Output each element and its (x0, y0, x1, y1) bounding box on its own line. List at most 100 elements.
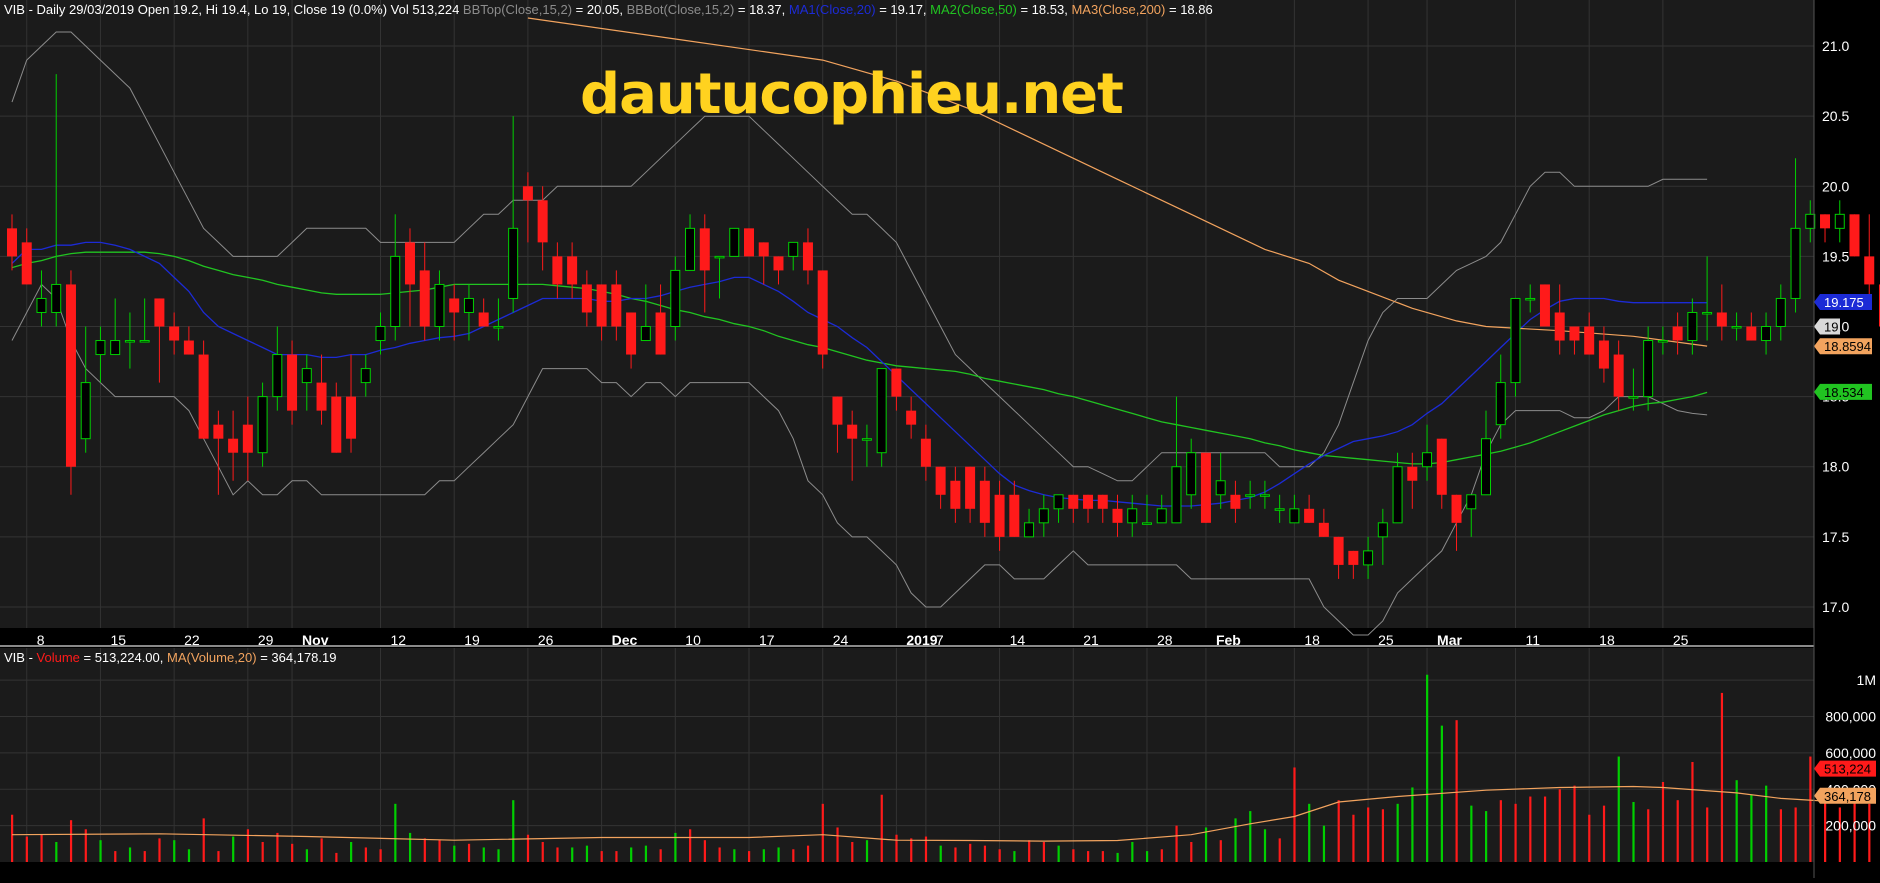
candle-body-up (1377, 522, 1388, 538)
volume-axis-label: 600,000 (1825, 745, 1876, 761)
volume-bar (1632, 802, 1635, 862)
candle-body-down (1539, 284, 1550, 327)
candle-body-up (434, 283, 445, 328)
volume-bar (1042, 842, 1045, 862)
candle-body-up (272, 354, 283, 398)
candle-body-down (1333, 536, 1344, 565)
header-ticker: VIB (4, 2, 25, 17)
volume-bar (379, 849, 382, 862)
ma2-label: MA2(Close,50) (930, 2, 1017, 17)
candle-body-up (1363, 550, 1374, 566)
volume-bar (1219, 840, 1222, 862)
ma1-label: MA1(Close,20) (788, 2, 876, 17)
volume-bar (187, 849, 191, 862)
price-tag: 18.8594 (1814, 338, 1872, 355)
volume-bar (1322, 825, 1326, 862)
candle-body-up (375, 326, 386, 342)
volume-bar (541, 842, 544, 862)
chart-canvas[interactable]: 17.017.518.018.519.019.520.020.521.0200,… (0, 0, 1880, 878)
candle-body-up (1141, 522, 1152, 525)
candle-body-down (1436, 438, 1447, 495)
candle-body-down (404, 242, 415, 285)
volume-bar (1190, 842, 1193, 862)
volume-bar (969, 843, 972, 862)
candle-body-up (1761, 326, 1772, 342)
volume-bar (1529, 796, 1532, 862)
volume-bar (11, 814, 14, 862)
volume-bar (600, 851, 603, 862)
candle-body-up (1805, 213, 1816, 229)
volume-bar (1337, 800, 1340, 862)
candle-body-down (1083, 494, 1094, 509)
volume-bar (1145, 851, 1149, 862)
volume-bar (1514, 803, 1517, 862)
candle-body-up (95, 340, 106, 356)
watermark-logo: dautucophieu.net (580, 62, 1124, 127)
candle-body-up (1687, 311, 1698, 342)
price-axis-label: 21.0 (1822, 38, 1849, 54)
stock-chart[interactable]: 17.017.518.018.519.019.520.020.521.0200,… (0, 0, 1880, 878)
candle-body-up (876, 368, 887, 454)
bbtop-label: BBTop(Close,15,2) (462, 2, 573, 17)
candle-body-down (847, 424, 858, 439)
candle-body-down (581, 284, 592, 313)
volume-bar (1278, 838, 1281, 862)
candle-body-up (360, 368, 371, 384)
candle-body-down (7, 228, 17, 257)
volume-bar (1367, 807, 1370, 862)
ma1-value: = 19.17, (875, 2, 931, 17)
candle-body-down (1230, 494, 1241, 509)
volume-bar (1101, 851, 1104, 862)
candle-body-down (1304, 508, 1315, 523)
candle-body-up (1259, 494, 1270, 497)
bbtop-value: = 20.05, (572, 2, 627, 17)
volume-bar (703, 840, 706, 862)
volume-bar (114, 851, 117, 862)
candle-body-down (1451, 494, 1462, 523)
volume-tag: 513,224 (1814, 760, 1876, 777)
candle-body-down (950, 480, 961, 509)
candle-body-up (1245, 494, 1256, 497)
candle-body-up (36, 297, 47, 313)
volume-ma-label: MA(Volume,20) (167, 650, 257, 665)
volume-bar (320, 838, 323, 862)
candle-body-up (508, 227, 519, 299)
candle-body-up (640, 326, 651, 342)
candle-body-up (1127, 508, 1138, 524)
volume-ma-value: = 364,178.19 (256, 650, 337, 665)
volume-bar (350, 842, 353, 862)
candle-body-up (463, 297, 474, 313)
price-header: VIB - Daily 29/03/2019 Open 19.2, Hi 19.… (4, 2, 1213, 17)
volume-bar (983, 845, 987, 862)
candle-body-down (242, 424, 253, 453)
candle-body-up (714, 255, 725, 259)
volume-bar (128, 847, 132, 862)
volume-bar (792, 849, 795, 862)
price-tag-text: 18.8594 (1824, 339, 1871, 354)
price-tag: 19.175 (1814, 293, 1872, 310)
volume-bar (1543, 796, 1547, 862)
header-summary: - Daily 29/03/2019 Open 19.2, Hi 19.4, L… (24, 2, 463, 17)
candle-body-down (316, 382, 327, 411)
volume-bar (1087, 851, 1090, 862)
volume-tag: 364,178 (1814, 787, 1876, 804)
volume-bar (644, 845, 648, 862)
volume-bar (1293, 767, 1296, 862)
volume-bar (482, 847, 485, 862)
volume-bar (1499, 800, 1502, 862)
candle-body-down (1407, 466, 1418, 481)
candle-body-up (1643, 340, 1654, 398)
price-axis-label: 20.5 (1822, 108, 1849, 124)
volume-bar (364, 847, 367, 862)
volume-bar (748, 851, 751, 862)
candle-body-up (1657, 340, 1668, 343)
candle-body-down (1598, 340, 1609, 369)
volume-bar (615, 851, 618, 862)
candle-body-down (1746, 326, 1757, 341)
volume-bar (143, 851, 146, 862)
volume-bar (1426, 674, 1429, 862)
volume-header-ticker: VIB - (4, 650, 37, 665)
volume-bar (851, 842, 854, 862)
price-axis-label: 19.5 (1822, 248, 1849, 264)
candle-body-down (626, 312, 637, 355)
